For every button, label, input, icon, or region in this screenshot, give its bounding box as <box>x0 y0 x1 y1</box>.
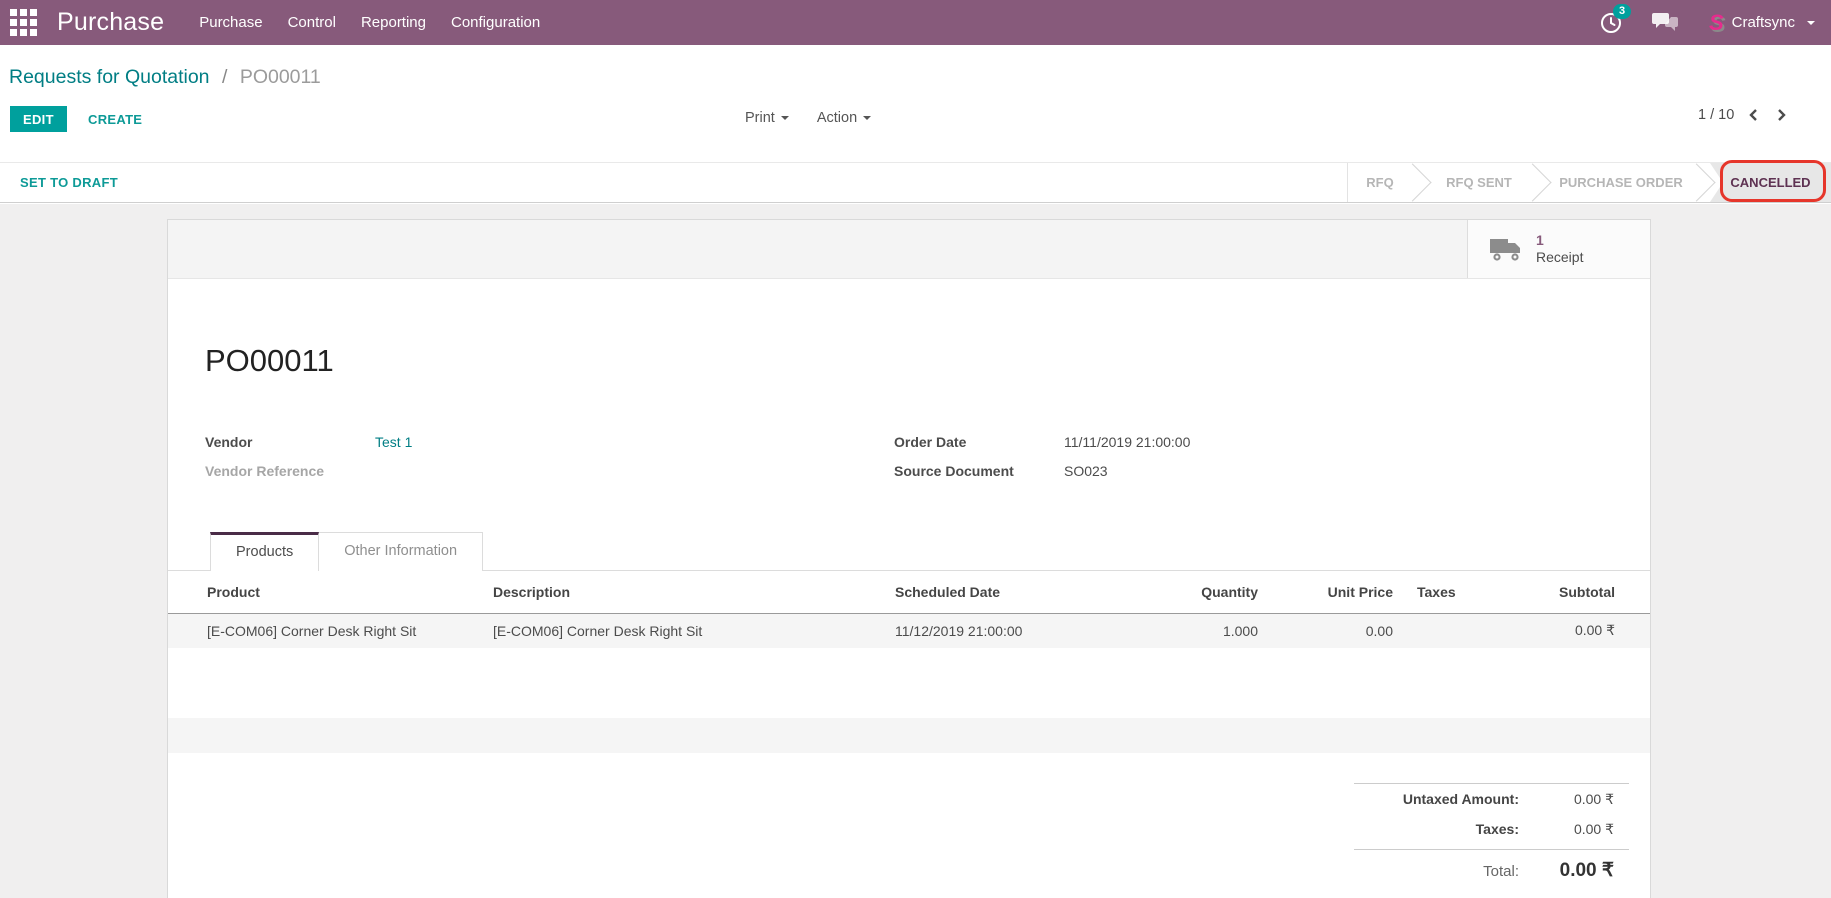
vendor-reference-label: Vendor Reference <box>205 463 375 479</box>
field-group: Vendor Test 1 Vendor Reference Order Dat… <box>205 434 1613 492</box>
action-dropdown[interactable]: Action <box>817 110 871 126</box>
breadcrumb: Requests for Quotation / PO00011 <box>9 66 321 89</box>
status-step-separator <box>1412 163 1426 202</box>
table-header-row: Product Description Scheduled Date Quant… <box>168 571 1650 613</box>
messages-icon[interactable] <box>1652 12 1679 33</box>
tab-other-information[interactable]: Other Information <box>319 532 483 571</box>
col-unit-price: Unit Price <box>1262 571 1397 613</box>
status-step-purchase-order[interactable]: PURCHASE ORDER <box>1546 163 1696 202</box>
main-menu: Purchase Control Reporting Configuration <box>197 10 542 35</box>
taxes-total-label: Taxes: <box>1354 821 1519 837</box>
top-navbar: Purchase Purchase Control Reporting Conf… <box>0 0 1831 45</box>
totals-panel: Untaxed Amount: 0.00 ₹ Taxes: 0.00 ₹ Tot… <box>1354 783 1629 888</box>
action-dropdown-label: Action <box>817 110 857 126</box>
truck-icon <box>1489 236 1523 262</box>
total-value: 0.00 ₹ <box>1519 859 1629 882</box>
user-name: Craftsync <box>1732 14 1795 31</box>
cell-unit-price[interactable]: 0.00 <box>1262 613 1397 648</box>
user-menu[interactable]: S Craftsync <box>1709 12 1815 34</box>
cell-product[interactable]: [E-COM06] Corner Desk Right Sit <box>168 613 480 648</box>
button-box-strip: 1 Receipt <box>168 220 1650 279</box>
set-to-draft-button[interactable]: SET TO DRAFT <box>20 163 118 202</box>
col-quantity: Quantity <box>1145 571 1262 613</box>
empty-row <box>168 683 1650 718</box>
receipt-count: 1 <box>1536 232 1583 249</box>
pager-previous-icon[interactable] <box>1747 107 1761 123</box>
apps-menu-icon[interactable] <box>10 9 37 36</box>
vendor-value-link[interactable]: Test 1 <box>375 434 412 450</box>
col-taxes: Taxes <box>1397 571 1530 613</box>
source-document-value: SO023 <box>1064 463 1108 479</box>
print-dropdown[interactable]: Print <box>745 110 789 126</box>
create-button[interactable]: CREATE <box>88 106 142 132</box>
table-row[interactable]: [E-COM06] Corner Desk Right Sit [E-COM06… <box>168 613 1650 648</box>
caret-down-icon <box>863 116 871 120</box>
empty-row <box>168 648 1650 683</box>
pager-next-icon[interactable] <box>1774 107 1788 123</box>
caret-down-icon <box>781 116 789 120</box>
caret-down-icon <box>1807 21 1815 25</box>
source-document-label: Source Document <box>894 463 1064 479</box>
status-step-separator <box>1532 163 1546 202</box>
cell-scheduled-date[interactable]: 11/12/2019 21:00:00 <box>880 613 1145 648</box>
breadcrumb-current: PO00011 <box>240 66 321 88</box>
vendor-label: Vendor <box>205 434 375 450</box>
form-sheet: 1 Receipt PO00011 Vendor Test 1 Vendor R… <box>167 219 1651 898</box>
col-scheduled-date: Scheduled Date <box>880 571 1145 613</box>
taxes-total-value: 0.00 ₹ <box>1519 821 1629 838</box>
cell-taxes[interactable] <box>1397 613 1530 648</box>
receipt-label: Receipt <box>1536 249 1583 266</box>
receipt-stat-button[interactable]: 1 Receipt <box>1467 220 1650 278</box>
activity-count-badge: 3 <box>1613 4 1631 19</box>
untaxed-amount-label: Untaxed Amount: <box>1354 791 1519 807</box>
pager: 1 / 10 <box>1698 107 1788 123</box>
menu-reporting[interactable]: Reporting <box>359 10 428 35</box>
user-avatar: S <box>1709 12 1724 34</box>
breadcrumb-separator: / <box>222 66 227 88</box>
menu-purchase[interactable]: Purchase <box>197 10 264 35</box>
order-date-label: Order Date <box>894 434 1064 450</box>
col-description: Description <box>480 571 880 613</box>
app-title: Purchase <box>57 8 164 37</box>
pager-value: 1 / 10 <box>1698 107 1734 123</box>
cell-quantity[interactable]: 1.000 <box>1145 613 1262 648</box>
status-step-separator <box>1696 163 1710 202</box>
notebook-tabs: Products Other Information <box>168 532 1650 571</box>
statusbar: SET TO DRAFT RFQ RFQ SENT PURCHASE ORDER… <box>0 162 1831 203</box>
tab-products[interactable]: Products <box>210 532 319 571</box>
order-lines-table: Product Description Scheduled Date Quant… <box>168 571 1650 753</box>
action-dropdowns: Print Action <box>745 110 871 126</box>
activity-clock-icon[interactable]: 3 <box>1600 12 1622 34</box>
col-product: Product <box>168 571 480 613</box>
empty-row <box>168 718 1650 753</box>
content-area: 1 Receipt PO00011 Vendor Test 1 Vendor R… <box>0 204 1831 898</box>
untaxed-amount-value: 0.00 ₹ <box>1519 791 1629 808</box>
col-subtotal: Subtotal <box>1530 571 1650 613</box>
status-steps: RFQ RFQ SENT PURCHASE ORDER CANCELLED <box>1347 163 1831 202</box>
menu-control[interactable]: Control <box>286 10 338 35</box>
print-dropdown-label: Print <box>745 110 775 126</box>
status-step-cancelled[interactable]: CANCELLED <box>1710 163 1831 202</box>
cell-description[interactable]: [E-COM06] Corner Desk Right Sit <box>480 613 880 648</box>
edit-button[interactable]: EDIT <box>10 106 67 132</box>
total-label: Total: <box>1354 863 1519 880</box>
breadcrumb-parent[interactable]: Requests for Quotation <box>9 66 210 88</box>
cell-subtotal[interactable]: 0.00 ₹ <box>1530 613 1650 648</box>
order-date-value: 11/11/2019 21:00:00 <box>1064 434 1190 450</box>
document-title: PO00011 <box>205 343 1650 379</box>
menu-configuration[interactable]: Configuration <box>449 10 542 35</box>
